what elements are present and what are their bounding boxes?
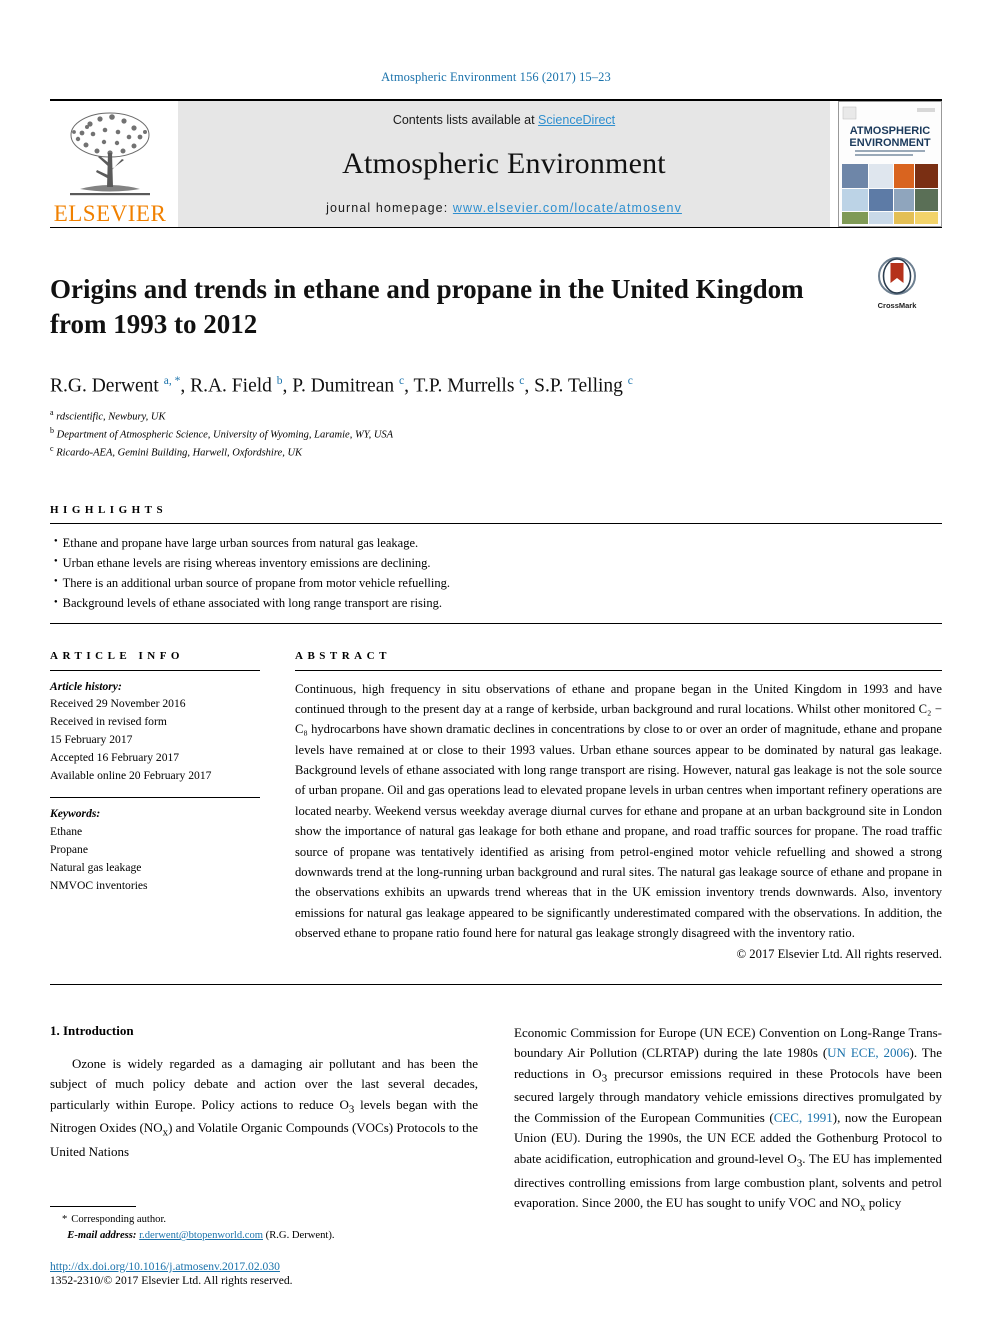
email-label: E-mail address: <box>67 1230 137 1242</box>
keywords-block: Keywords: Ethane Propane Natural gas lea… <box>50 798 260 895</box>
affiliation-marker: b <box>50 426 54 435</box>
affiliation-list: a rdscientific, Newbury, UK b Department… <box>50 407 942 462</box>
doi-link[interactable]: http://dx.doi.org/10.1016/j.atmosenv.201… <box>50 1260 470 1273</box>
article-history-block: Article history: Received 29 November 20… <box>50 671 260 786</box>
list-item: There is an additional urban source of p… <box>54 573 942 593</box>
affiliation-marker: a <box>50 407 54 417</box>
history-line: Available online 20 February 2017 <box>50 769 212 783</box>
highlights-label: HIGHLIGHTS <box>50 503 168 516</box>
corresponding-author-text: Corresponding author. <box>71 1214 167 1226</box>
journal-cover-thumbnail: ATMOSPHERIC ENVIRONMENT <box>838 101 942 227</box>
author-list: R.G. Derwent a, *, R.A. Field b, P. Dumi… <box>50 375 633 397</box>
email-line: E-mail address: r.derwent@btopenworld.co… <box>50 1228 470 1244</box>
abstract-copyright: © 2017 Elsevier Ltd. All rights reserved… <box>736 946 942 961</box>
highlights-bottom-rule <box>50 622 942 624</box>
affiliation-text: rdscientific, Newbury, UK <box>56 411 166 423</box>
intro-paragraph-left: Ozone is widely regarded as a damaging a… <box>50 1055 478 1160</box>
sciencedirect-link[interactable]: ScienceDirect <box>538 113 615 127</box>
affiliation-item: a rdscientific, Newbury, UK <box>50 407 942 425</box>
svg-text:ATMOSPHERIC: ATMOSPHERIC <box>850 125 931 137</box>
crossmark-badge[interactable]: CrossMark <box>852 254 942 310</box>
history-line: 15 February 2017 <box>50 733 133 747</box>
section-heading-introduction: 1. Introduction <box>50 1022 134 1038</box>
article-info-label: ARTICLE INFO <box>50 649 184 662</box>
affiliation-item: b Department of Atmospheric Science, Uni… <box>50 425 942 443</box>
paper-page: Atmospheric Environment 156 (2017) 15–23 <box>0 0 992 1323</box>
affiliation-marker: c <box>50 444 54 454</box>
title-area: Origins and trends in ethane and propane… <box>50 254 942 359</box>
keyword-item: Ethane <box>50 825 83 839</box>
svg-text:ENVIRONMENT: ENVIRONMENT <box>849 137 931 149</box>
abstract-bottom-rule <box>50 983 942 985</box>
keyword-item: Natural gas leakage <box>50 861 142 875</box>
email-link[interactable]: r.derwent@btopenworld.com <box>139 1230 263 1241</box>
corresponding-author-line: * Corresponding author. <box>50 1212 470 1228</box>
history-line: Received 29 November 2016 <box>50 697 186 711</box>
journal-masthead: ELSEVIER Contents lists available at Sci… <box>50 99 942 227</box>
corresponding-author-marker: * <box>62 1214 68 1226</box>
body-column-right: Economic Commission for Europe (UN ECE) … <box>514 1023 942 1217</box>
running-head: Atmospheric Environment 156 (2017) 15–23 <box>381 70 611 84</box>
info-and-abstract: ARTICLE INFO Article history: Received 2… <box>50 650 942 962</box>
article-info-column: ARTICLE INFO Article history: Received 2… <box>50 650 295 962</box>
list-item: Urban ethane levels are rising whereas i… <box>54 553 942 573</box>
masthead-bottom-rule <box>50 227 942 228</box>
list-item: Ethane and propane have large urban sour… <box>54 533 942 553</box>
abstract-column: ABSTRACT Continuous, high frequency in s… <box>295 650 942 962</box>
crossmark-icon <box>878 257 916 300</box>
homepage-prefix: journal homepage: <box>326 201 453 215</box>
body-columns: 1. Introduction Ozone is widely regarded… <box>50 1023 942 1217</box>
list-item: Background levels of ethane associated w… <box>54 593 942 613</box>
email-owner: (R.G. Derwent). <box>265 1230 335 1242</box>
highlights-list: Ethane and propane have large urban sour… <box>50 524 942 623</box>
article-history-heading: Article history: <box>50 679 122 693</box>
footnote-rule <box>50 1206 136 1208</box>
journal-title: Atmospheric Environment <box>342 147 666 180</box>
abstract-label: ABSTRACT <box>295 649 391 662</box>
body-column-left: 1. Introduction Ozone is widely regarded… <box>50 1023 478 1217</box>
abstract-text: Continuous, high frequency in situ obser… <box>295 681 942 941</box>
history-line: Received in revised form <box>50 715 167 729</box>
elsevier-logo: ELSEVIER <box>50 101 170 227</box>
affiliation-text: Ricardo-AEA, Gemini Building, Harwell, O… <box>56 447 303 459</box>
journal-homepage-line: journal homepage: www.elsevier.com/locat… <box>326 201 682 215</box>
footnote-block: * Corresponding author. E-mail address: r… <box>50 1206 470 1287</box>
intro-paragraph-right: Economic Commission for Europe (UN ECE) … <box>514 1024 942 1214</box>
page-title: Origins and trends in ethane and propane… <box>50 274 804 339</box>
journal-homepage-link[interactable]: www.elsevier.com/locate/atmosenv <box>453 201 682 215</box>
contents-list-line: Contents lists available at ScienceDirec… <box>393 113 615 127</box>
affiliation-text: Department of Atmospheric Science, Unive… <box>56 429 394 441</box>
history-line: Accepted 16 February 2017 <box>50 751 180 765</box>
issn-copyright-line: 1352-2310/© 2017 Elsevier Ltd. All right… <box>50 1274 293 1287</box>
contents-prefix: Contents lists available at <box>392 113 539 127</box>
affiliation-item: c Ricardo-AEA, Gemini Building, Harwell,… <box>50 443 942 461</box>
elsevier-tree-icon <box>60 109 160 201</box>
keywords-heading: Keywords: <box>50 807 101 821</box>
masthead-center: Contents lists available at ScienceDirec… <box>178 101 830 227</box>
keyword-item: Propane <box>50 843 88 857</box>
doi-block: http://dx.doi.org/10.1016/j.atmosenv.201… <box>50 1260 470 1287</box>
keyword-item: NMVOC inventories <box>50 879 148 893</box>
elsevier-wordmark: ELSEVIER <box>53 201 167 226</box>
crossmark-label: CrossMark <box>877 301 917 310</box>
highlights-section: HIGHLIGHTS Ethane and propane have large… <box>50 504 942 624</box>
